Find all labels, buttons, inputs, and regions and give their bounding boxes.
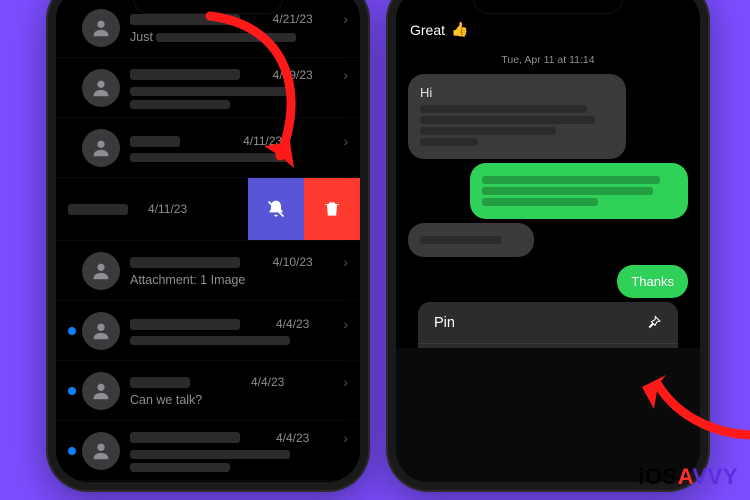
conversation-date: 4/19/23 xyxy=(273,68,313,82)
message-preview-redacted xyxy=(130,100,230,109)
received-message-bubble[interactable]: Hi xyxy=(408,74,626,159)
sent-message-bubble[interactable] xyxy=(470,163,688,219)
phone-messages-list: 4/21/23› Just 4/19/23› 4/11/23› 4/ xyxy=(48,0,368,490)
chevron-right-icon: › xyxy=(343,254,348,270)
chevron-right-icon: › xyxy=(343,374,348,390)
unread-dot xyxy=(68,387,76,395)
contact-name-redacted xyxy=(130,14,240,25)
chevron-right-icon: › xyxy=(343,11,348,27)
message-preview: Just xyxy=(130,30,348,44)
chevron-right-icon: › xyxy=(343,67,348,83)
message-preview: Attachment: 1 Image xyxy=(130,273,348,287)
avatar xyxy=(82,9,120,47)
bell-slash-icon xyxy=(266,199,286,219)
message-preview-redacted xyxy=(130,87,290,96)
conversation-date: 4/4/23 xyxy=(276,317,309,331)
menu-label: Pin xyxy=(434,315,455,331)
conversation-date: 4/4/23 xyxy=(276,431,309,445)
message-preview-redacted xyxy=(130,450,290,459)
pin-icon xyxy=(645,314,662,331)
avatar xyxy=(82,372,120,410)
date-separator: Tue, Apr 11 at 11:14 xyxy=(408,54,688,66)
conversation-row[interactable]: 4/11/23 › xyxy=(56,118,360,178)
avatar xyxy=(82,129,120,167)
unread-dot xyxy=(68,447,76,455)
message-preview-redacted xyxy=(130,153,290,162)
header-preview-text: Great xyxy=(410,22,445,38)
sent-message-bubble[interactable]: Thanks xyxy=(617,265,688,299)
message-preview-redacted xyxy=(130,336,290,345)
contact-name-redacted xyxy=(130,69,240,80)
contact-name-redacted xyxy=(130,257,240,268)
avatar xyxy=(82,252,120,290)
menu-item-pin[interactable]: Pin xyxy=(418,302,678,344)
message-text: Thanks xyxy=(631,274,674,289)
trash-icon xyxy=(322,199,342,219)
contact-name-redacted xyxy=(130,319,240,330)
contact-name-redacted xyxy=(130,377,190,388)
conversation-row-swiped[interactable]: 4/11/23 xyxy=(56,178,360,241)
chevron-right-icon: › xyxy=(343,316,348,332)
message-preview-redacted xyxy=(130,463,230,472)
chevron-right-icon: › xyxy=(343,430,348,446)
conversation-row[interactable]: 4/4/23 › xyxy=(56,301,360,361)
watermark-logo: iOSAVVY xyxy=(638,464,738,490)
conversation-date: 4/21/23 xyxy=(273,12,313,26)
unread-dot xyxy=(68,327,76,335)
conversation-row[interactable]: 3/31/23› xyxy=(56,481,360,490)
conversation-date: 4/11/23 xyxy=(148,202,187,216)
message-text: Hi xyxy=(420,85,432,100)
avatar xyxy=(82,69,120,107)
conversation-date: 4/10/23 xyxy=(273,255,313,269)
conversation-date: 4/4/23 xyxy=(251,375,284,389)
hide-alerts-swipe-button[interactable] xyxy=(248,178,304,240)
notch xyxy=(133,0,283,14)
messages-list[interactable]: 4/21/23› Just 4/19/23› 4/11/23› 4/ xyxy=(56,0,360,490)
conversation-row[interactable]: 4/19/23 › xyxy=(56,58,360,118)
chevron-right-icon: › xyxy=(343,133,348,149)
conversation-date: 4/11/23 xyxy=(243,134,282,148)
delete-swipe-button[interactable] xyxy=(304,178,360,240)
avatar xyxy=(82,432,120,470)
conversation-row[interactable]: 4/10/23 › Attachment: 1 Image xyxy=(56,241,360,301)
contact-name-redacted xyxy=(130,432,240,443)
avatar xyxy=(82,312,120,350)
phone-conversation-view: Great 👍 Tue, Apr 11 at 11:14 Hi Thanks P… xyxy=(388,0,708,490)
conversation-row[interactable]: 4/4/23 › Can we talk? xyxy=(56,361,360,421)
notch xyxy=(473,0,623,14)
conversation-row[interactable]: 4/4/23 › xyxy=(56,421,360,481)
contact-name-redacted xyxy=(130,136,180,147)
thumbs-up-icon: 👍 xyxy=(451,21,468,38)
received-message-bubble[interactable] xyxy=(408,223,534,257)
contact-name-redacted xyxy=(68,204,128,215)
message-preview: Can we talk? xyxy=(130,393,348,407)
